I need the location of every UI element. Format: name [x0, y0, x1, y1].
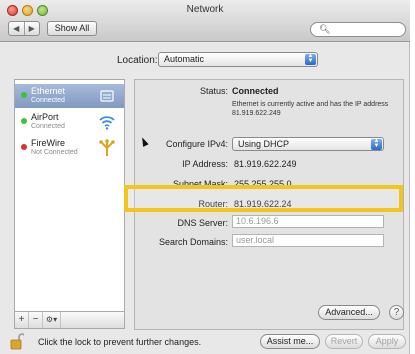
ip-address-label: IP Address: [182, 159, 228, 169]
remove-service-button[interactable]: − [29, 312, 43, 328]
service-list-toolbar: + − ⚙▾ [14, 312, 125, 329]
select-arrows-icon: ▲ ▼ [371, 138, 382, 150]
title-bar: Network ◀ ▶ Show All 🔍︎ [0, 0, 410, 42]
search-field[interactable]: 🔍︎ [310, 22, 406, 37]
ethernet-icon [100, 90, 114, 102]
network-preferences-window: Network ◀ ▶ Show All 🔍︎ Location: Automa… [0, 0, 410, 354]
service-item-ethernet[interactable]: Ethernet Connected [15, 84, 124, 108]
revert-button[interactable]: Revert [325, 334, 363, 349]
search-icon: 🔍︎ [319, 24, 331, 34]
help-button[interactable]: ? [389, 305, 404, 320]
status-dot [21, 144, 27, 150]
dns-server-label: DNS Server: [177, 218, 228, 228]
status-dot [21, 118, 27, 124]
apply-button[interactable]: Apply [368, 334, 406, 349]
configure-ipv4-select[interactable]: Using DHCP ▲ ▼ [232, 137, 384, 151]
add-service-button[interactable]: + [15, 312, 29, 328]
forward-arrow-icon[interactable]: ▶ [23, 22, 40, 35]
ip-address-value: 81.919.622.249 [234, 159, 297, 169]
status-description: Ethernet is currently active and has the… [232, 101, 389, 117]
service-status: Connected [31, 123, 65, 130]
location-value: Automatic [164, 54, 205, 64]
service-list: Ethernet Connected AirPort Connected Fir… [14, 79, 125, 312]
lock-icon[interactable] [10, 332, 24, 350]
location-select[interactable]: Automatic ▲ ▼ [158, 52, 318, 67]
service-name: FireWire [31, 138, 65, 148]
firewire-icon [99, 139, 115, 156]
service-status: Not Connected [31, 149, 78, 156]
lock-message: Click the lock to prevent further change… [38, 337, 202, 347]
airport-wifi-icon [99, 116, 115, 130]
status-dot [21, 92, 27, 98]
configure-ipv4-value: Using DHCP [238, 139, 290, 149]
service-item-firewire[interactable]: FireWire Not Connected [15, 136, 124, 160]
location-label: Location: [117, 55, 158, 66]
configure-ipv4-label: Configure IPv4: [165, 139, 228, 149]
show-all-button[interactable]: Show All [47, 21, 97, 36]
assist-me-button[interactable]: Assist me... [260, 334, 320, 349]
router-highlight-box [124, 185, 403, 212]
service-status: Connected [31, 97, 65, 104]
search-domains-field[interactable]: user.local [232, 234, 384, 247]
service-name: Ethernet [31, 86, 66, 96]
service-item-airport[interactable]: AirPort Connected [15, 110, 124, 134]
dns-server-field[interactable]: 10.6.196.6 [232, 215, 384, 228]
service-name: AirPort [31, 112, 59, 122]
back-forward-control: ◀ ▶ [8, 21, 40, 36]
status-label: Status: [199, 86, 228, 96]
gear-icon[interactable]: ⚙▾ [43, 312, 61, 328]
back-arrow-icon[interactable]: ◀ [9, 22, 24, 35]
select-arrows-icon: ▲ ▼ [305, 53, 316, 65]
advanced-button[interactable]: Advanced... [318, 305, 380, 320]
search-domains-label: Search Domains: [158, 237, 228, 247]
status-value: Connected [232, 86, 279, 96]
window-title: Network [186, 4, 224, 15]
